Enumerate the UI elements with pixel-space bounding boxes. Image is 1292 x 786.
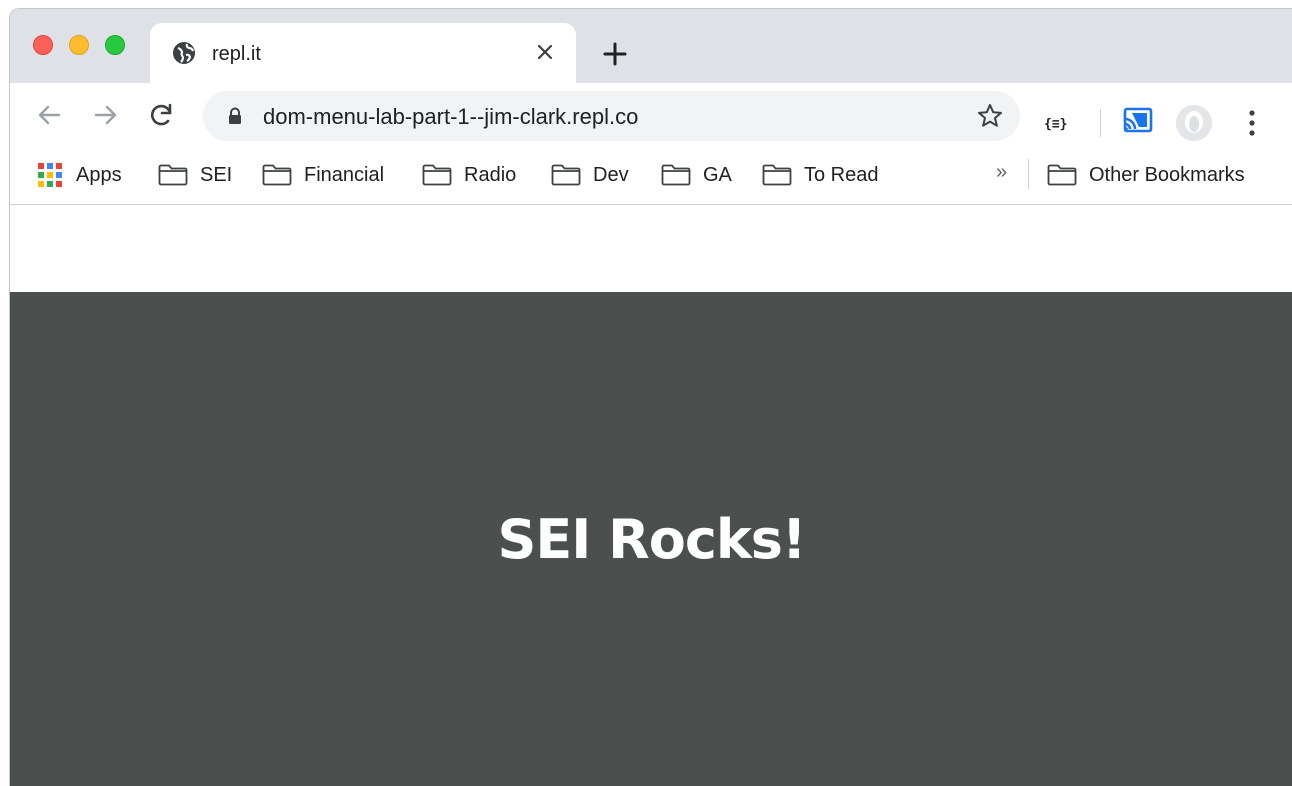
json-viewer-extension-icon[interactable]: {≡} [1044,117,1067,132]
folder-icon [661,164,691,186]
bookmark-label: Apps [76,163,122,186]
url-text[interactable]: dom-menu-lab-part-1--jim-clark.repl.co [263,104,638,130]
address-bar[interactable]: dom-menu-lab-part-1--jim-clark.repl.co [203,91,1020,141]
bookmark-folder-ga[interactable]: GA [661,161,732,189]
minimize-window-button[interactable] [69,35,89,55]
forward-arrow-icon[interactable] [92,101,120,129]
lock-icon[interactable] [225,106,245,126]
bookmark-label: Financial [304,163,385,186]
bookmarks-overflow-button[interactable]: » [996,161,1007,184]
more-menu-icon[interactable] [1240,105,1264,141]
bookmarks-bar: Apps SEI Financial Radio Dev GA To Read [10,147,1292,205]
new-tab-icon[interactable] [600,39,630,69]
toolbar-divider [1100,109,1101,137]
page-top-area [10,206,1292,292]
bookmark-folder-dev[interactable]: Dev [551,161,629,189]
folder-icon [762,164,792,186]
folder-icon [262,164,292,186]
bookmark-label: Other Bookmarks [1089,163,1245,186]
profile-avatar[interactable] [1176,105,1212,141]
bookmark-star-icon[interactable] [976,102,1004,130]
tab-strip: repl.it [10,9,1292,83]
bookmark-folder-financial[interactable]: Financial [262,161,384,189]
reload-icon[interactable] [148,101,176,129]
bookmark-folder-to-read[interactable]: To Read [762,161,879,189]
folder-icon [422,164,452,186]
profile-icon [1176,105,1212,141]
bookmark-apps[interactable]: Apps [38,161,122,189]
apps-grid-icon [38,163,62,187]
bookmark-label: To Read [804,163,879,186]
bookmark-folder-radio[interactable]: Radio [422,161,516,189]
zoom-window-button[interactable] [105,35,125,55]
bookmark-label: Radio [464,163,517,186]
close-tab-icon[interactable] [532,39,558,65]
bookmark-folder-other[interactable]: Other Bookmarks [1047,161,1245,189]
tab-title: repl.it [212,43,261,65]
tab-repl[interactable]: repl.it [150,23,576,83]
bookmark-label: Dev [593,163,629,186]
cast-icon[interactable] [1122,107,1154,135]
browser-window: repl.it dom-menu-lab-part-1--jim-clark.r… [9,8,1292,786]
bookmark-folder-sei[interactable]: SEI [158,161,232,189]
bookmark-label: SEI [200,163,233,186]
back-arrow-icon[interactable] [35,101,63,129]
bookmark-label: GA [703,163,732,186]
folder-icon [158,164,188,186]
hero-section: SEI Rocks! [10,292,1292,786]
close-window-button[interactable] [33,35,53,55]
folder-icon [1047,164,1077,186]
browser-toolbar: dom-menu-lab-part-1--jim-clark.repl.co {… [10,83,1292,147]
folder-icon [551,164,581,186]
hero-heading: SEI Rocks! [497,508,806,571]
bookmarks-divider [1028,159,1029,189]
globe-icon [173,42,195,64]
